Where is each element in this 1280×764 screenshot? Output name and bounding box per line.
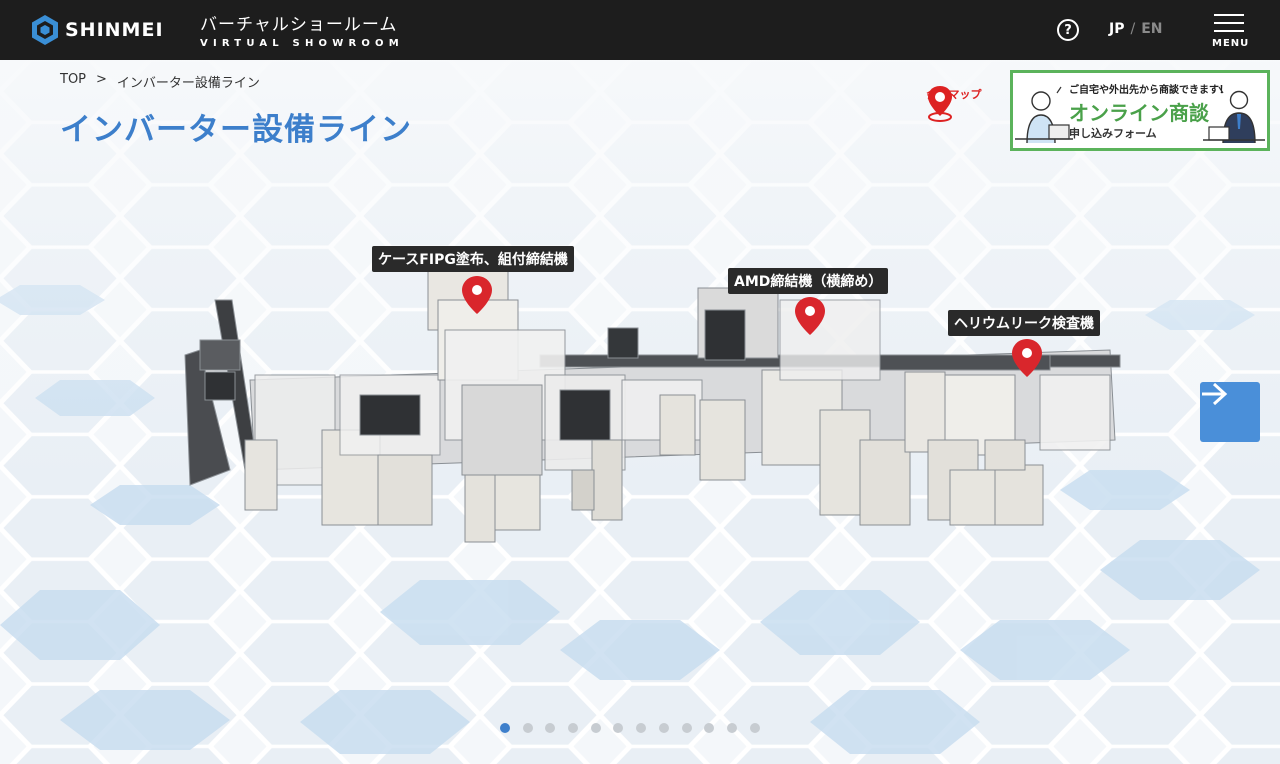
showroom-3d-scene[interactable]: TOP > インバーター設備ライン インバーター設備ライン 会場マップ ご自宅や… [0,60,1280,764]
question-circle-icon: ? [1064,22,1072,38]
pagination-dot[interactable] [545,723,556,733]
pagination-dot[interactable] [658,723,669,733]
pagination-dot[interactable] [590,723,601,733]
page-title: インバーター設備ライン [60,112,412,148]
pagination-dot[interactable] [726,723,737,733]
banner-sub-text: 申し込みフォーム [1069,127,1157,140]
banner-main-text: オンライン商談 [1069,101,1209,125]
site-title-ja: バーチャルショールーム [200,15,398,35]
pagination-dot[interactable] [613,723,624,733]
site-title: バーチャルショールーム VIRTUAL SHOWROOM [200,10,404,49]
logo-hex-icon [32,15,58,45]
arrow-right-icon [1202,382,1228,406]
banner-top-text: ご自宅や外出先から商談できます！ [1069,85,1229,96]
menu-label: MENU [1212,38,1250,49]
location-pin-icon[interactable] [460,274,494,316]
breadcrumb-home-link[interactable]: TOP [60,72,86,91]
pagination-dot[interactable] [500,723,510,733]
pagination-dot[interactable] [522,723,533,733]
lang-en-link[interactable]: EN [1141,21,1162,37]
hamburger-icon-bar [1214,22,1244,24]
lang-jp-link[interactable]: JP [1109,21,1124,37]
hamburger-icon [1214,14,1244,16]
marker-label-helium[interactable]: ヘリウムリーク検査機 [948,310,1100,336]
location-pin-icon[interactable] [793,295,827,337]
breadcrumb-separator: > [96,72,107,87]
site-header: SHINMEI バーチャルショールーム VIRTUAL SHOWROOM ? J… [0,0,1280,60]
breadcrumb-current: インバーター設備ライン [116,76,260,91]
pagination-dot[interactable] [568,723,579,733]
location-pin-icon[interactable] [1010,337,1044,379]
lang-separator: / [1130,21,1136,37]
map-pin-icon [928,86,952,122]
hamburger-icon-bar [1214,30,1244,32]
next-area-button[interactable] [1200,382,1260,442]
logo-text: SHINMEI [65,19,164,41]
pagination-dot[interactable] [681,723,692,733]
help-button[interactable]: ? [1057,19,1079,41]
online-consultation-banner[interactable]: ご自宅や外出先から商談できます！ オンライン商談 申し込みフォーム [1010,70,1270,151]
pagination-dot[interactable] [704,723,715,733]
marker-label-amd[interactable]: AMD締結機（横締め） [728,268,889,294]
marker-label-fipg[interactable]: ケースFIPG塗布、組付締結機 [372,246,574,272]
venue-map-link[interactable]: 会場マップ [924,84,984,122]
shinmei-logo[interactable]: SHINMEI [30,14,164,46]
site-title-en: VIRTUAL SHOWROOM [200,38,404,49]
pagination-dot[interactable] [636,723,647,733]
carousel-pagination [500,723,760,733]
language-switcher: JP / EN [1109,21,1162,37]
breadcrumb: TOP > インバーター設備ライン [60,72,260,91]
pagination-dot[interactable] [749,723,760,733]
menu-button[interactable]: MENU [1212,14,1250,50]
scene-background [0,60,1280,764]
